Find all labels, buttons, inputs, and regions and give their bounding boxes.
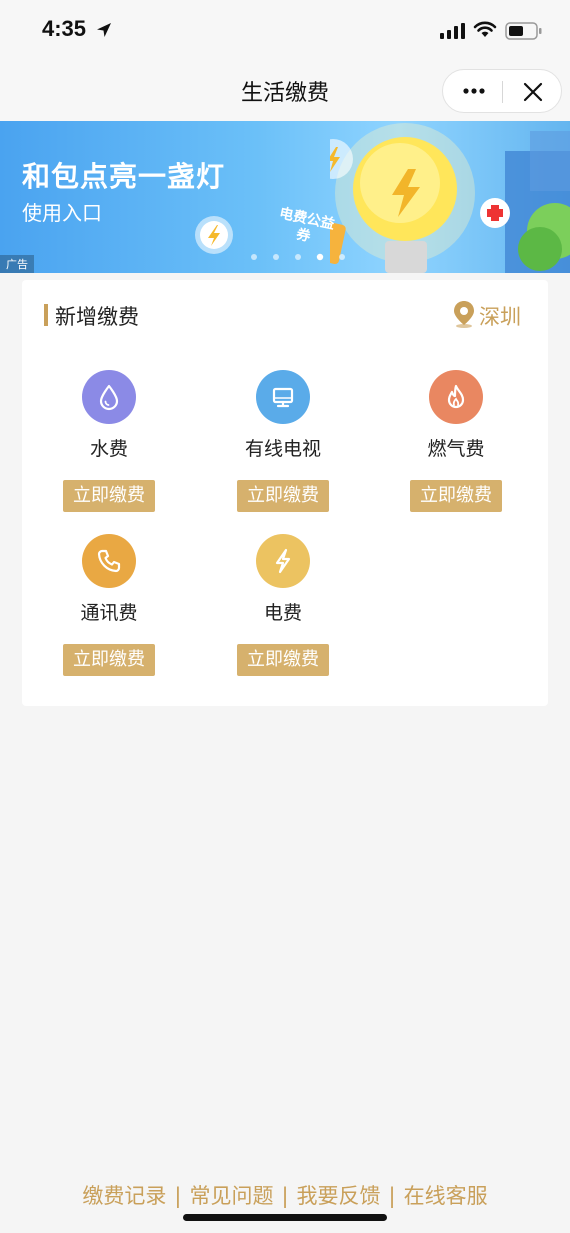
battery-icon [505, 22, 542, 40]
more-icon[interactable] [461, 78, 487, 104]
pay-now-button[interactable]: 立即缴费 [63, 480, 155, 512]
status-time: 4:35 [42, 16, 87, 41]
payment-records-link[interactable]: 缴费记录 [82, 1180, 166, 1210]
home-indicator [183, 1214, 387, 1221]
wifi-icon [473, 21, 497, 37]
item-label: 有线电视 [244, 438, 321, 460]
payment-item-electricity: 电费 立即缴费 [208, 534, 358, 684]
mini-program-capsule [442, 69, 562, 113]
carousel-dots[interactable] [250, 253, 360, 261]
lightbulb-illustration [330, 123, 570, 273]
promo-banner[interactable]: 和包点亮一盏灯 使用入口 电费公益券 广告 [0, 121, 570, 273]
lightning-badge-icon [195, 216, 233, 254]
signal-icon [440, 23, 465, 39]
footer-links: 缴费记录 | 常见问题 | 我要反馈 | 在线客服 [0, 1180, 570, 1210]
status-bar: 4:35 [0, 0, 570, 60]
capsule-divider [502, 81, 503, 103]
pay-now-button[interactable]: 立即缴费 [63, 644, 155, 676]
item-label: 燃气费 [427, 438, 485, 460]
pay-now-button[interactable]: 立即缴费 [237, 480, 329, 512]
close-icon[interactable] [521, 80, 545, 104]
footer-divider: | [174, 1184, 182, 1208]
pay-now-button[interactable]: 立即缴费 [237, 644, 329, 676]
ad-tag: 广告 [0, 255, 34, 273]
online-service-link[interactable]: 在线客服 [404, 1180, 488, 1210]
phone-icon[interactable] [82, 534, 136, 588]
location-arrow-icon [97, 23, 111, 37]
payment-item-cable-tv: 有线电视 立即缴费 [208, 370, 358, 520]
section-accent-bar [44, 304, 48, 326]
footer-divider: | [388, 1184, 396, 1208]
footer-divider: | [281, 1184, 289, 1208]
item-label: 电费 [263, 602, 302, 624]
payment-item-telecom: 通讯费 立即缴费 [34, 534, 184, 684]
flame-icon[interactable] [429, 370, 483, 424]
banner-subtitle: 使用入口 [22, 201, 102, 225]
water-drop-icon[interactable] [82, 370, 136, 424]
city-name: 深圳 [479, 305, 521, 329]
new-payment-card: 新增缴费 深圳 水费 立即缴费 有线电视 立即缴费 燃气费 立即缴费 通讯费 立… [22, 280, 548, 706]
payment-item-water: 水费 立即缴费 [34, 370, 184, 520]
item-label: 水费 [89, 438, 128, 460]
nav-bar: 生活缴费 [0, 60, 570, 121]
feedback-link[interactable]: 我要反馈 [297, 1180, 381, 1210]
faq-link[interactable]: 常见问题 [189, 1180, 273, 1210]
location-pin-icon [454, 301, 474, 328]
payment-item-gas: 燃气费 立即缴费 [381, 370, 531, 520]
banner-title: 和包点亮一盏灯 [22, 160, 226, 193]
lightning-icon[interactable] [256, 534, 310, 588]
item-label: 通讯费 [80, 602, 138, 624]
pay-now-button[interactable]: 立即缴费 [410, 480, 502, 512]
tv-monitor-icon[interactable] [256, 370, 310, 424]
section-title: 新增缴费 [55, 305, 139, 329]
